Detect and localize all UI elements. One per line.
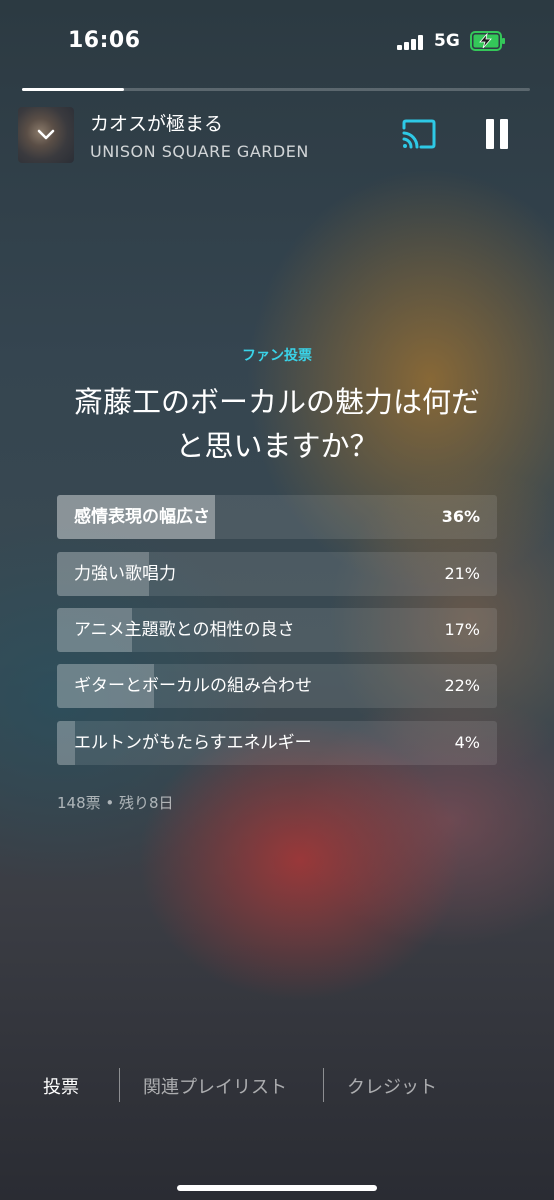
poll-option-label: アニメ主題歌との相性の良さ	[74, 620, 295, 640]
song-title: カオスが極まる	[90, 113, 224, 135]
poll-vote-count: 148票 • 残り8日	[57, 794, 174, 812]
poll-option-label: エルトンがもたらすエネルギー	[74, 733, 312, 753]
tab-divider	[119, 1068, 120, 1102]
poll-kicker: ファン投票	[242, 348, 312, 364]
chevron-down-icon	[37, 129, 55, 140]
battery-charging-icon	[470, 31, 505, 51]
tab-related-playlists[interactable]: 関連プレイリスト	[143, 1073, 287, 1099]
playback-progress-bar[interactable]	[22, 88, 530, 91]
poll-option-percent: 36%	[441, 507, 480, 526]
poll-option[interactable]: 力強い歌唱力 21%	[57, 552, 497, 596]
album-art-collapse-button[interactable]	[18, 107, 74, 163]
playback-progress-fill	[22, 88, 124, 91]
home-indicator[interactable]	[177, 1185, 377, 1191]
signal-bars-icon	[397, 34, 427, 50]
tab-poll[interactable]: 投票	[43, 1073, 79, 1099]
poll-option[interactable]: ギターとボーカルの組み合わせ 22%	[57, 664, 497, 708]
artist-name[interactable]: UNISON SQUARE GARDEN	[90, 142, 309, 161]
network-type: 5G	[434, 31, 460, 51]
status-time: 16:06	[68, 28, 141, 53]
tab-divider	[323, 1068, 324, 1102]
poll-question: 斎藤工のボーカルの魅力は何だ と思いますか？	[73, 385, 480, 463]
poll-option-label: 力強い歌唱力	[74, 564, 176, 584]
poll-option-percent: 21%	[444, 564, 480, 583]
poll-option-percent: 4%	[454, 733, 480, 752]
pause-button[interactable]	[484, 119, 510, 149]
cast-icon[interactable]	[401, 119, 437, 149]
tab-credits[interactable]: クレジット	[347, 1073, 437, 1099]
poll-option-label: 感情表現の幅広さ	[74, 507, 210, 527]
poll-option[interactable]: エルトンがもたらすエネルギー 4%	[57, 721, 497, 765]
poll-option-percent: 17%	[444, 620, 480, 639]
poll-option-label: ギターとボーカルの組み合わせ	[74, 676, 312, 696]
poll-option[interactable]: アニメ主題歌との相性の良さ 17%	[57, 608, 497, 652]
poll-option-percent: 22%	[444, 676, 480, 695]
poll-option[interactable]: 感情表現の幅広さ 36%	[57, 495, 497, 539]
pause-icon	[486, 119, 494, 149]
poll-option-bar	[57, 721, 75, 765]
